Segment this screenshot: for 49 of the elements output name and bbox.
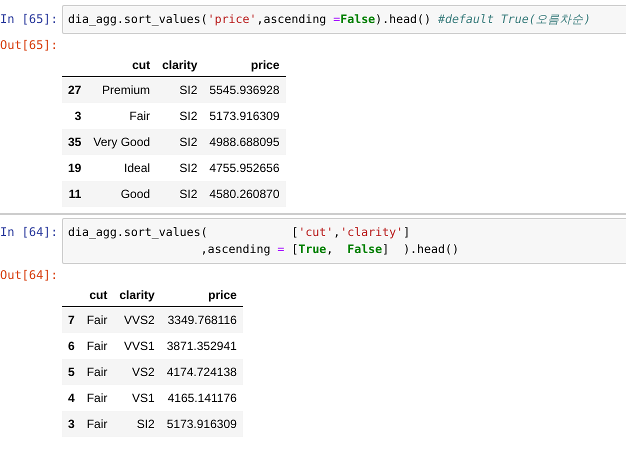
- table-cell: VVS1: [113, 333, 161, 359]
- table-cell: Fair: [80, 411, 114, 437]
- row-index: 3: [62, 411, 81, 437]
- code-cell[interactable]: dia_agg.sort_values('price',ascending =False).head() #default True(오름차순): [62, 5, 626, 34]
- table-cell: Fair: [87, 103, 156, 129]
- table-cell: SI2: [156, 76, 204, 103]
- table-cell: VS1: [113, 385, 161, 411]
- table-cell: 4755.952656: [203, 155, 286, 181]
- row-index: 5: [62, 359, 81, 385]
- table-cell: VVS2: [113, 306, 161, 333]
- table-cell: 4988.688095: [203, 129, 286, 155]
- row-index: 4: [62, 385, 81, 411]
- table-cell: 3871.352941: [160, 333, 243, 359]
- table-cell: 5545.936928: [203, 76, 286, 103]
- table-cell: SI2: [156, 155, 204, 181]
- table-cell: 4165.141176: [160, 385, 243, 411]
- table-cell: Fair: [80, 333, 114, 359]
- row-index: 3: [62, 103, 88, 129]
- table-cell: Fair: [80, 359, 114, 385]
- row-index: 6: [62, 333, 81, 359]
- row-index: 27: [62, 76, 88, 103]
- table-cell: SI2: [156, 103, 204, 129]
- row-index: 19: [62, 155, 88, 181]
- table-cell: 3349.768116: [160, 306, 243, 333]
- table-cell: Ideal: [87, 155, 156, 181]
- table-cell: SI2: [156, 181, 204, 207]
- table-cell: Good: [87, 181, 156, 207]
- table-cell: Fair: [80, 306, 114, 333]
- code-line: dia_agg.sort_values('price',ascending =False).head() #default True(오름차순): [68, 11, 592, 28]
- table-cell: SI2: [113, 411, 161, 437]
- table-cell: 5173.916309: [203, 103, 286, 129]
- table-cell: 4174.724138: [160, 359, 243, 385]
- input-prompt: In [65]:: [0, 11, 59, 26]
- code-line: ,ascending = [True, False] ).head(): [200, 241, 460, 258]
- output-prompt: Out[65]:: [0, 37, 59, 52]
- row-index: 11: [62, 181, 88, 207]
- code-cell[interactable]: dia_agg.sort_values( ['cut','clarity'] ,ascending = [True, False] ).head(): [62, 218, 626, 264]
- code-line: dia_agg.sort_values( ['cut','clarity']: [68, 224, 412, 241]
- table-cell: Fair: [80, 385, 114, 411]
- table-cell: 4580.260870: [203, 181, 286, 207]
- row-index: 7: [62, 306, 81, 333]
- table-cell: SI2: [156, 129, 204, 155]
- table-cell: 5173.916309: [160, 411, 243, 437]
- table-cell: VS2: [113, 359, 161, 385]
- output-prompt: Out[64]:: [0, 267, 59, 282]
- table-cell: Very Good: [87, 129, 156, 155]
- row-index: 35: [62, 129, 88, 155]
- input-prompt: In [64]:: [0, 224, 59, 239]
- table-cell: Premium: [87, 76, 156, 103]
